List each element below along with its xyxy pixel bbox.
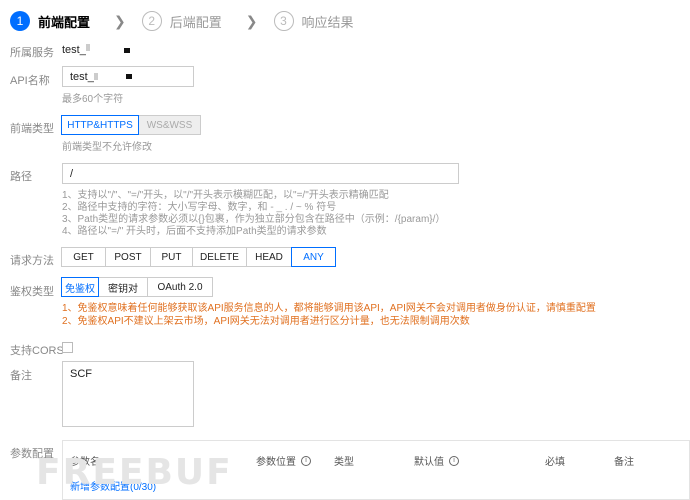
step-number: 1 — [10, 11, 30, 31]
method-selector: GET POST PUT DELETE HEAD ANY — [61, 247, 336, 267]
service-value-text: test_ — [62, 44, 86, 56]
info-icon[interactable]: i — [301, 455, 311, 466]
cors-label: 支持CORS — [10, 345, 64, 357]
auth-oauth[interactable]: OAuth 2.0 — [147, 277, 213, 297]
col-param-location: 参数位置 i — [256, 453, 311, 468]
path-label: 路径 — [10, 171, 32, 183]
frontend-type-http[interactable]: HTTP&HTTPS — [61, 115, 139, 135]
col-required: 必填 — [545, 457, 565, 468]
col-default: 默认值 i — [414, 453, 459, 468]
method-put[interactable]: PUT — [150, 247, 193, 267]
step-label: 后端配置 — [169, 14, 222, 30]
step-label: 前端配置 — [38, 14, 91, 30]
frontend-type-ws[interactable]: WS&WSS — [138, 115, 201, 135]
frontend-type-selector: HTTP&HTTPS WS&WSS — [61, 115, 201, 135]
step-label: 响应结果 — [301, 14, 354, 30]
frontend-type-label: 前端类型 — [10, 123, 54, 135]
auth-label: 鉴权类型 — [10, 286, 54, 298]
col-remark: 备注 — [614, 457, 634, 468]
method-post[interactable]: POST — [105, 247, 151, 267]
redacted-mark — [125, 74, 132, 79]
method-delete[interactable]: DELETE — [192, 247, 247, 267]
auth-keypair[interactable]: 密钥对 — [98, 277, 148, 297]
redacted-mark — [123, 47, 130, 53]
path-input[interactable]: / — [62, 163, 459, 184]
col-type: 类型 — [334, 457, 354, 468]
redacted-mark — [93, 73, 98, 80]
step-number: 3 — [273, 11, 294, 31]
info-icon[interactable]: i — [449, 455, 459, 466]
frontend-type-hint: 前端类型不允许修改 — [62, 142, 152, 153]
redacted-mark — [85, 44, 90, 51]
chevron-right-icon: ❯ — [245, 12, 258, 29]
auth-none[interactable]: 免鉴权 — [61, 277, 99, 297]
api-name-hint: 最多60个字符 — [62, 94, 124, 105]
path-hint-4: 4、路径以"=/" 开头时，后面不支持添加Path类型的请求参数 — [62, 226, 327, 237]
auth-selector: 免鉴权 密钥对 OAuth 2.0 — [61, 277, 213, 297]
api-name-label: API名称 — [10, 75, 50, 87]
step-number: 2 — [141, 11, 162, 31]
watermark: FREEBUF — [36, 452, 233, 493]
method-any[interactable]: ANY — [291, 247, 336, 267]
remark-textarea[interactable]: SCF — [62, 361, 194, 427]
chevron-right-icon: ❯ — [114, 12, 126, 29]
method-get[interactable]: GET — [61, 247, 106, 267]
col-default-text: 默认值 — [414, 457, 444, 468]
remark-label: 备注 — [10, 370, 32, 382]
step-response[interactable]: 3 响应结果 — [273, 11, 354, 31]
step-indicator: 1 前端配置 ❯ 2 后端配置 ❯ 3 响应结果 — [10, 10, 360, 32]
api-name-input[interactable]: test_ — [62, 66, 194, 87]
cors-checkbox[interactable] — [62, 342, 73, 353]
api-name-value: test_ — [70, 70, 94, 83]
auth-warning-2: 2、免鉴权API不建议上架云市场，API网关无法对调用者进行区分计量，也无法限制… — [62, 316, 470, 327]
step-backend[interactable]: 2 后端配置 — [141, 11, 222, 31]
method-label: 请求方法 — [10, 255, 54, 267]
service-label: 所属服务 — [10, 47, 54, 59]
step-frontend[interactable]: 1 前端配置 — [10, 11, 90, 31]
col-param-location-text: 参数位置 — [256, 457, 296, 468]
method-head[interactable]: HEAD — [246, 247, 292, 267]
service-value: test_ — [62, 44, 130, 56]
